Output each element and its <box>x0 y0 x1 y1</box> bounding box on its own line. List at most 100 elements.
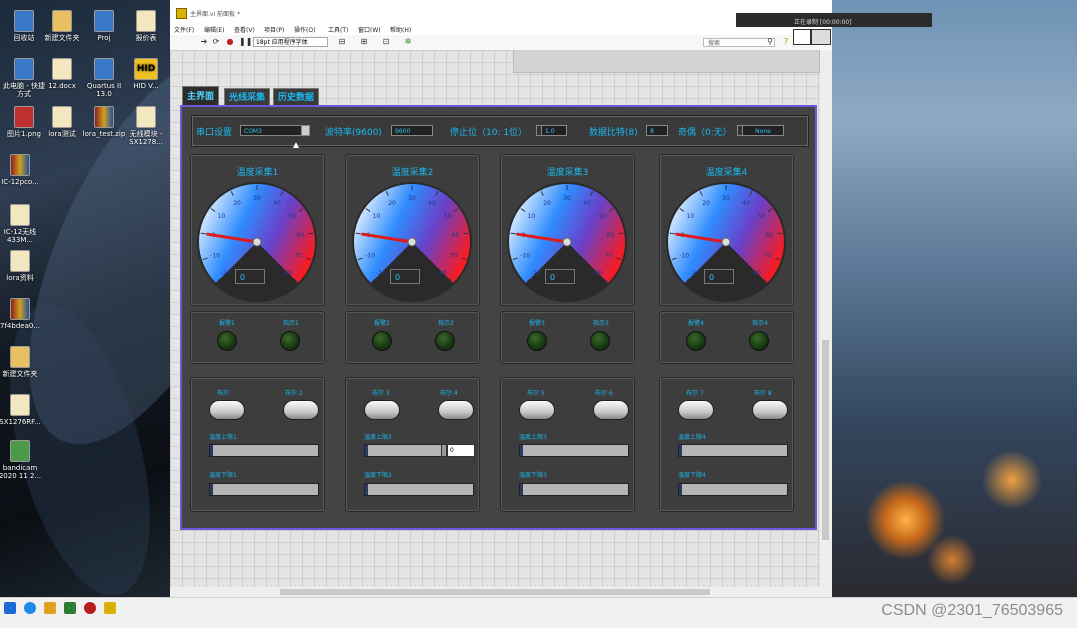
lower-limit-slider[interactable] <box>678 483 788 496</box>
document-icon <box>136 106 156 128</box>
desktop-icon[interactable]: 7f4bdea0... <box>0 298 44 330</box>
menu-help[interactable]: 帮助(H) <box>390 25 411 34</box>
boolean-switch[interactable] <box>593 400 629 420</box>
file-explorer-icon[interactable] <box>44 602 56 614</box>
slider-knob[interactable] <box>679 484 682 495</box>
desktop-icon[interactable]: bandicam 2020 11 2... <box>0 440 44 480</box>
desktop-icon[interactable]: 报价表 <box>122 10 170 42</box>
boolean-switch[interactable] <box>678 400 714 420</box>
desktop-icon[interactable]: Proj <box>80 10 128 42</box>
start-icon[interactable] <box>4 602 16 614</box>
vertical-scrollbar[interactable] <box>820 50 832 587</box>
scroll-thumb[interactable] <box>280 589 710 595</box>
boolean-switch[interactable] <box>209 400 245 420</box>
app-icon[interactable] <box>64 602 76 614</box>
menu-edit[interactable]: 编辑(E) <box>204 25 224 34</box>
desktop-icon[interactable]: Quartus II 13.0 <box>80 58 128 98</box>
desktop-icon[interactable]: lora_test.zip <box>80 106 128 138</box>
window-title-bar[interactable]: 主界面.vi 前面板 * <box>170 0 832 23</box>
menu-view[interactable]: 查看(V) <box>234 25 255 34</box>
upper-limit-slider[interactable] <box>678 444 788 457</box>
menu-operate[interactable]: 操作(O) <box>294 25 315 34</box>
desktop-icon[interactable]: lora测试 <box>38 106 86 138</box>
upper-limit-slider[interactable] <box>209 444 319 457</box>
help-icon[interactable]: ? <box>782 38 790 46</box>
menu-file[interactable]: 文件(F) <box>174 25 194 34</box>
menu-project[interactable]: 项目(P) <box>264 25 284 34</box>
boolean-switch[interactable] <box>752 400 788 420</box>
upper-limit-slider[interactable] <box>364 444 447 457</box>
desktop-icon[interactable]: IC-12无线 433M... <box>0 204 44 244</box>
labview-icon <box>176 8 187 19</box>
run-arrow-icon[interactable]: ➔ <box>200 38 208 46</box>
lower-limit-slider[interactable] <box>364 483 474 496</box>
upper-limit-value[interactable]: 0 <box>447 444 475 457</box>
slider-knob[interactable] <box>210 445 213 456</box>
labview-taskbar-icon[interactable] <box>104 602 116 614</box>
desktop-icon[interactable]: HID HID V... <box>122 58 170 90</box>
desktop-icon[interactable]: IC-12pco... <box>0 154 44 186</box>
gauge-tick-label: 70 <box>295 253 303 260</box>
tab-page-main: 串口设置 COM3 波特率(9600) 9600 停止位（10: 1位） 1.0… <box>180 105 817 530</box>
run-continuous-icon[interactable]: ⟳ <box>212 38 220 46</box>
gauge-title: 温度采集1 <box>236 168 279 178</box>
limit-controls-panel: 布尔 5 布尔 6 温度上限3 温度下限3 <box>500 377 635 512</box>
gauge-tick-label: 20 <box>702 200 710 207</box>
search-input[interactable]: 搜索 <box>703 38 775 47</box>
gauge-title: 温度采集4 <box>705 168 748 178</box>
desktop-icon[interactable]: 无线模块 -SX1278... <box>122 106 170 146</box>
boolean-switch[interactable] <box>283 400 319 420</box>
recorder-toolbar[interactable]: 正在录制 [00:00:00] <box>736 13 932 27</box>
slider-knob[interactable] <box>210 484 213 495</box>
baud-input[interactable]: 9600 <box>391 125 433 136</box>
parity-input[interactable]: None <box>742 125 784 136</box>
align-icon[interactable]: ⊟ <box>338 38 346 46</box>
gauge-tick-label: 80 <box>284 270 292 277</box>
boolean-switch[interactable] <box>519 400 555 420</box>
scroll-thumb[interactable] <box>822 340 829 540</box>
tab-light-acquisition[interactable]: 光线采集 <box>224 88 271 106</box>
search-icon[interactable]: ⚲ <box>766 38 774 46</box>
connector-pane-icon[interactable] <box>793 29 811 45</box>
font-select[interactable]: 18pt 应用程序字体 <box>253 37 328 47</box>
slider-knob[interactable] <box>520 445 523 456</box>
vi-icon[interactable] <box>811 29 831 45</box>
slider-knob[interactable] <box>679 445 682 456</box>
data-bits-input[interactable]: 8 <box>646 125 668 136</box>
boolean-switch[interactable] <box>438 400 474 420</box>
gauge-tick-label: 70 <box>605 253 613 260</box>
abort-icon[interactable]: ● <box>226 38 234 46</box>
desktop-icon[interactable]: 新建文件夹 <box>38 10 86 42</box>
desktop-icon[interactable]: 新建文件夹 <box>0 346 44 378</box>
desktop-icon[interactable]: lora资料 <box>0 250 44 282</box>
image-icon <box>14 106 34 128</box>
slider-knob[interactable] <box>365 484 368 495</box>
lower-limit-slider[interactable] <box>209 483 319 496</box>
stop-bits-input[interactable]: 1.0 <box>541 125 567 136</box>
distribute-icon[interactable]: ⊞ <box>360 38 368 46</box>
tab-history[interactable]: 历史数据 <box>273 88 320 106</box>
record-icon[interactable] <box>84 602 96 614</box>
browser-icon[interactable] <box>24 602 36 614</box>
serial-port-select[interactable]: COM3 <box>240 125 310 136</box>
gauge-tick-label: 50 <box>289 213 297 220</box>
menu-window[interactable]: 窗口(W) <box>358 25 381 34</box>
alarm-led <box>217 331 237 351</box>
desktop-icon[interactable]: SX1276RF... <box>0 394 44 426</box>
gauge-hub <box>721 237 731 247</box>
slider-knob[interactable] <box>520 484 523 495</box>
tab-main[interactable]: 主界面 <box>182 86 220 106</box>
resize-icon[interactable]: ⊡ <box>382 38 390 46</box>
dropdown-arrow-icon[interactable] <box>301 125 310 136</box>
gauge-panel: 温度采集1 -20 -10 0 10 20 30 40 50 60 70 800 <box>190 154 325 306</box>
pause-icon[interactable]: ❚❚ <box>239 38 252 46</box>
slider-knob[interactable] <box>365 445 368 456</box>
document-icon <box>10 250 30 272</box>
boolean-switch[interactable] <box>364 400 400 420</box>
horizontal-scrollbar[interactable] <box>170 587 832 597</box>
desktop-icon[interactable]: 12.docx <box>38 58 86 90</box>
upper-limit-slider[interactable] <box>519 444 629 457</box>
reorder-icon[interactable]: ✲ <box>404 38 412 46</box>
menu-tools[interactable]: 工具(T) <box>328 25 348 34</box>
lower-limit-slider[interactable] <box>519 483 629 496</box>
